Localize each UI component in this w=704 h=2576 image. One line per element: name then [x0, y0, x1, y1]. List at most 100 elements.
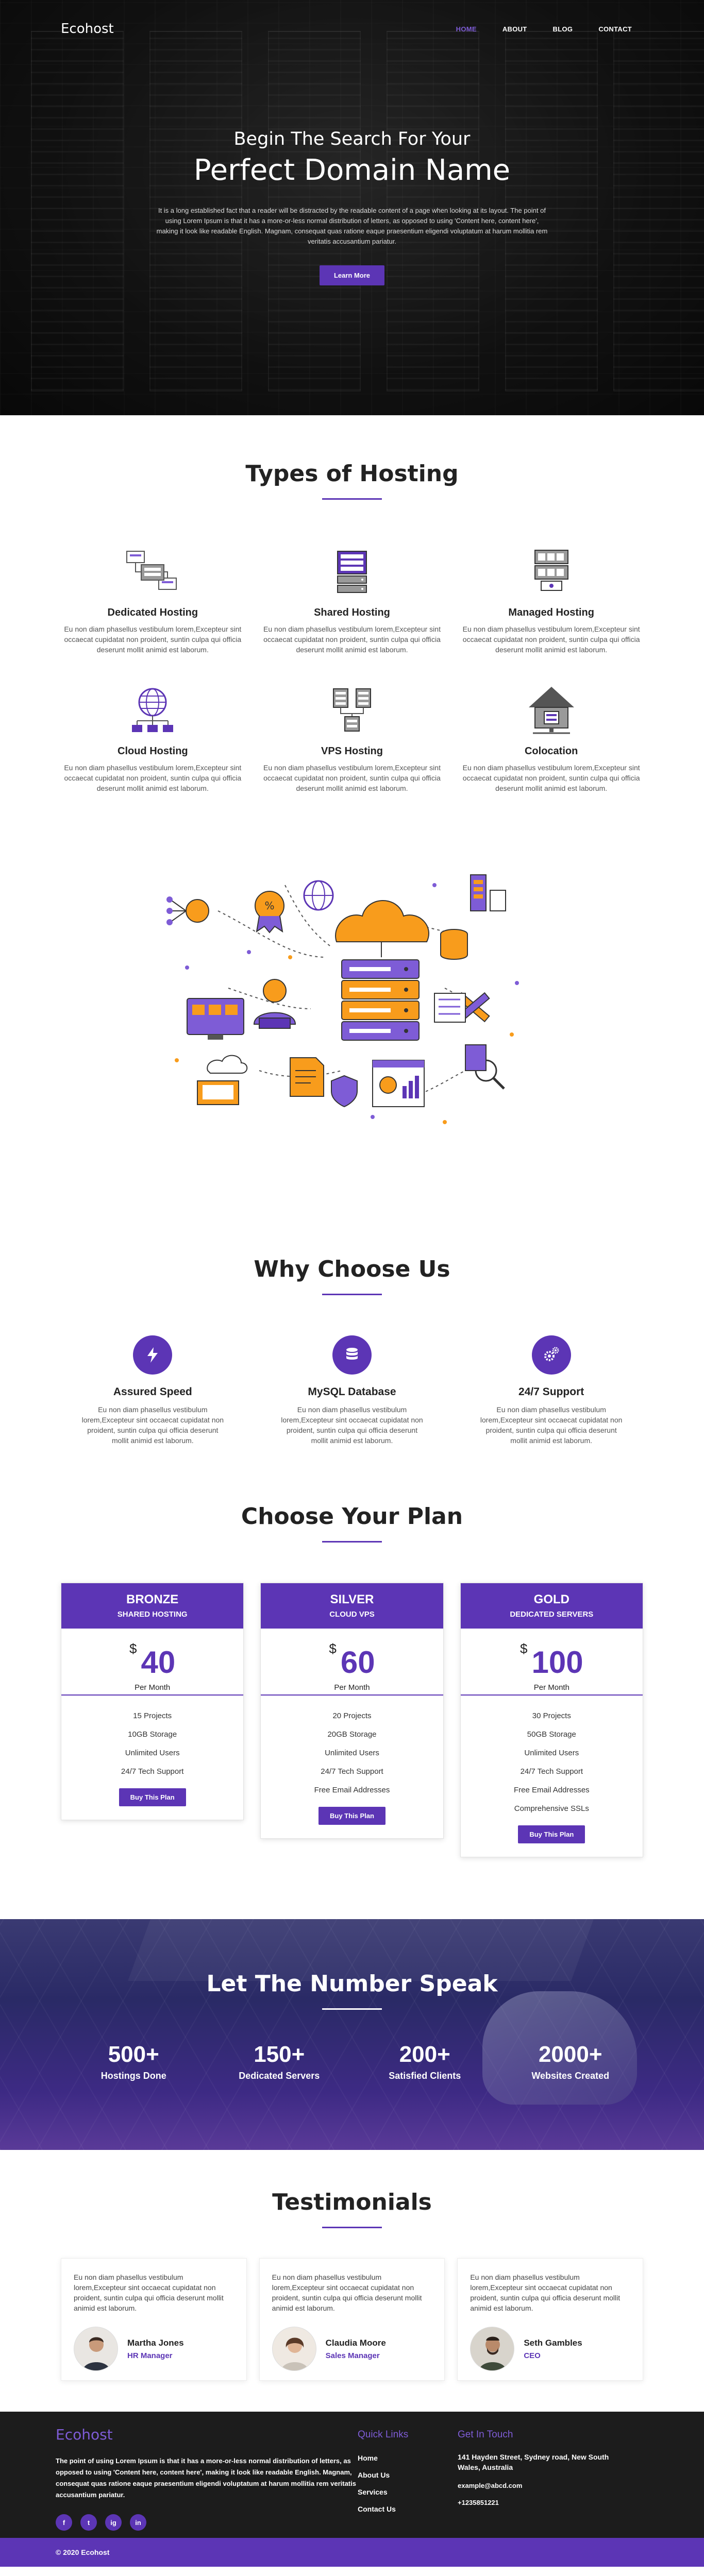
nav-blog-link[interactable]: BLOG	[553, 25, 573, 33]
plan-feature: Comprehensive SSLs	[514, 1804, 589, 1813]
buy-plan-button[interactable]: Buy This Plan	[518, 1825, 585, 1843]
footer-link-about[interactable]: About Us	[358, 2467, 408, 2484]
top-navbar: Ecohost HOME ABOUT BLOG CONTACT	[0, 0, 704, 58]
testimonial-person: Claudia Moore Sales Manager	[272, 2327, 432, 2371]
person-name: Claudia Moore	[325, 2337, 386, 2348]
footer-text: The point of using Lorem Ipsum is that i…	[56, 2457, 356, 2499]
plan-type: DEDICATED SERVERS	[510, 1610, 594, 1619]
testimonial-card: Eu non diam phasellus vestibulum lorem,E…	[457, 2258, 643, 2381]
plan-name: GOLD	[533, 1592, 569, 1606]
hero-content: Begin The Search For Your Perfect Domain…	[0, 129, 704, 285]
testimonial-text: Eu non diam phasellus vestibulum lorem,E…	[470, 2273, 621, 2312]
title-underline	[322, 1541, 382, 1543]
numbers-grid: 500+ Hostings Done 150+ Dedicated Server…	[61, 2042, 643, 2081]
footer-about: Ecohost The point of using Lorem Ipsum i…	[56, 2426, 365, 2531]
hosting-title: Types of Hosting	[245, 461, 459, 487]
facebook-icon[interactable]: f	[56, 2514, 72, 2531]
plan-features: 30 Projects 50GB Storage Unlimited Users…	[461, 1696, 643, 1818]
numbers-section: Let The Number Speak 500+ Hostings Done …	[0, 1919, 704, 2150]
stat-label: Hostings Done	[100, 2071, 166, 2081]
hero-text: It is a long established fact that a rea…	[156, 207, 548, 245]
footer-link-services[interactable]: Services	[358, 2484, 408, 2501]
currency-symbol: $	[520, 1641, 528, 1656]
footer-link-home[interactable]: Home	[358, 2450, 408, 2467]
stat-value: 150+	[254, 2042, 305, 2067]
why-section: Why Choose Us Assured Speed Eu non diam …	[0, 1132, 704, 1446]
stat-item: 150+ Dedicated Servers	[207, 2042, 353, 2081]
dedicated-server-icon	[61, 546, 245, 598]
plan-feature: Unlimited Users	[524, 1749, 579, 1757]
price-period: Per Month	[334, 1683, 370, 1692]
footer-email[interactable]: example@abcd.com	[458, 2482, 612, 2489]
nav-home-link[interactable]: HOME	[456, 25, 477, 33]
instagram-icon[interactable]: ig	[105, 2514, 122, 2531]
house-server-icon	[459, 685, 643, 736]
plan-feature: Free Email Addresses	[314, 1786, 390, 1794]
why-name: 24/7 Support	[518, 1386, 584, 1398]
stat-value: 500+	[108, 2042, 159, 2067]
footer-quick-links: Quick Links Home About Us Services Conta…	[358, 2429, 408, 2518]
plan-card-silver: SILVER CLOUD VPS $ 60 Per Month 20 Proje…	[260, 1583, 444, 1839]
buy-plan-button[interactable]: Buy This Plan	[119, 1788, 186, 1806]
stat-label: Satisfied Clients	[389, 2071, 461, 2081]
copyright-bar: © 2020 Ecohost	[0, 2538, 704, 2567]
hosting-desc: Eu non diam phasellus vestibulum lorem,E…	[263, 764, 441, 792]
testimonials-title: Testimonials	[272, 2189, 432, 2215]
plan-card-gold: GOLD DEDICATED SERVERS $ 100 Per Month 3…	[460, 1583, 643, 1857]
plan-feature: 10GB Storage	[128, 1730, 177, 1739]
testimonials-section: Testimonials Eu non diam phasellus vesti…	[0, 2150, 704, 2381]
hosting-name: Cloud Hosting	[118, 745, 188, 757]
footer: Ecohost The point of using Lorem Ipsum i…	[0, 2412, 704, 2538]
learn-more-button[interactable]: Learn More	[319, 265, 385, 285]
currency-symbol: $	[129, 1641, 137, 1656]
site-logo[interactable]: Ecohost	[61, 21, 114, 37]
plan-price: $ 60 Per Month	[261, 1629, 443, 1696]
social-links: f t ig in	[56, 2514, 365, 2531]
avatar	[74, 2327, 118, 2371]
hosting-illustration: %	[0, 854, 704, 1132]
plan-feature: Unlimited Users	[125, 1749, 180, 1757]
hosting-item-shared: Shared Hosting Eu non diam phasellus ves…	[260, 546, 444, 655]
person-name: Martha Jones	[127, 2337, 184, 2348]
linkedin-icon[interactable]: in	[130, 2514, 146, 2531]
footer-phone[interactable]: +1235851221	[458, 2499, 612, 2506]
hosting-item-managed: Managed Hosting Eu non diam phasellus ve…	[459, 546, 643, 655]
footer-logo[interactable]: Ecohost	[56, 2426, 365, 2443]
price-amount: 60	[340, 1645, 375, 1680]
person-name: Seth Gambles	[524, 2337, 582, 2348]
plan-type: CLOUD VPS	[329, 1610, 375, 1619]
hosting-item-dedicated: Dedicated Hosting Eu non diam phasellus …	[61, 546, 245, 655]
stat-value: 200+	[399, 2042, 450, 2067]
price-period: Per Month	[135, 1683, 171, 1692]
testimonials-grid: Eu non diam phasellus vestibulum lorem,E…	[61, 2258, 643, 2381]
currency-symbol: $	[329, 1641, 337, 1656]
shared-server-icon	[260, 546, 444, 598]
plan-feature: Free Email Addresses	[513, 1786, 590, 1794]
price-amount: 100	[531, 1645, 583, 1680]
why-desc: Eu non diam phasellus vestibulum lorem,E…	[81, 1405, 224, 1445]
lightning-icon	[133, 1335, 173, 1375]
nav-about-link[interactable]: ABOUT	[502, 25, 527, 33]
nav-contact-link[interactable]: CONTACT	[598, 25, 632, 33]
hosting-name: Colocation	[524, 745, 578, 757]
buy-plan-button[interactable]: Buy This Plan	[319, 1807, 385, 1825]
hosting-grid: Dedicated Hosting Eu non diam phasellus …	[61, 546, 643, 793]
hosting-desc: Eu non diam phasellus vestibulum lorem,E…	[462, 625, 640, 654]
twitter-icon[interactable]: t	[80, 2514, 97, 2531]
nav-menu: HOME ABOUT BLOG CONTACT	[456, 25, 632, 33]
testimonial-text: Eu non diam phasellus vestibulum lorem,E…	[272, 2273, 422, 2312]
plan-feature: 24/7 Tech Support	[321, 1767, 383, 1776]
title-underline	[322, 498, 382, 500]
globe-network-icon	[61, 685, 245, 736]
hosting-item-cloud: Cloud Hosting Eu non diam phasellus vest…	[61, 685, 245, 793]
hosting-desc: Eu non diam phasellus vestibulum lorem,E…	[263, 625, 441, 654]
footer-link-contact[interactable]: Contact Us	[358, 2501, 408, 2518]
plan-feature: 15 Projects	[133, 1711, 172, 1720]
person-role: Sales Manager	[325, 2351, 380, 2360]
plan-header: SILVER CLOUD VPS	[261, 1583, 443, 1629]
quick-links-title: Quick Links	[358, 2429, 409, 2440]
stat-value: 2000+	[538, 2042, 602, 2067]
plan-card-bronze: BRONZE SHARED HOSTING $ 40 Per Month 15 …	[61, 1583, 244, 1820]
stat-label: Dedicated Servers	[239, 2071, 320, 2081]
hosting-name: VPS Hosting	[321, 745, 383, 757]
